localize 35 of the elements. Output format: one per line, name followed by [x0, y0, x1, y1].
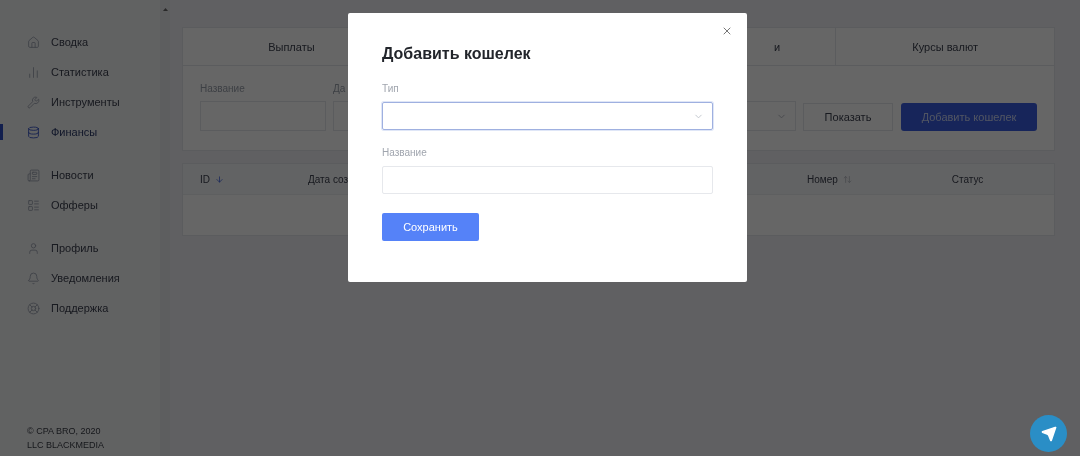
paper-plane-button[interactable] — [1030, 415, 1067, 452]
scroll-up-arrow-icon[interactable] — [162, 8, 168, 11]
sidebar-item[interactable]: Профиль — [0, 233, 160, 263]
select-field[interactable] — [382, 102, 713, 130]
sidebar-item[interactable]: Уведомления — [0, 263, 160, 293]
sidebar-item[interactable]: Финансы — [0, 117, 160, 147]
lifebuoy-icon — [27, 301, 40, 315]
footer-text: LLC BLACKMEDIA — [27, 440, 106, 450]
column-header[interactable]: Дата соз — [308, 173, 349, 185]
save-button[interactable]: Сохранить — [382, 213, 479, 241]
footer-text: © CPA BRO, 2020 — [27, 426, 102, 436]
paper-plane-icon — [1040, 425, 1057, 442]
show-button[interactable]: Показать — [803, 103, 893, 131]
bar-chart-icon — [27, 65, 40, 79]
column-header[interactable]: Статус — [951, 173, 984, 185]
user-icon — [27, 241, 40, 255]
close-button[interactable] — [721, 25, 733, 37]
field-label: Название — [382, 147, 428, 158]
sidebar-item[interactable]: Поддержка — [0, 293, 160, 323]
sort-arrow-icon — [215, 174, 224, 184]
database-icon — [27, 125, 40, 139]
list-icon — [27, 198, 40, 212]
sidebar-item[interactable]: Сводка — [0, 27, 160, 57]
input-field[interactable] — [382, 166, 713, 194]
sidebar-item[interactable]: Новости — [0, 160, 160, 190]
sidebar-item[interactable]: Инструменты — [0, 87, 160, 117]
bell-icon — [27, 271, 40, 285]
newspaper-icon — [27, 168, 40, 182]
column-header[interactable]: Номер — [807, 173, 852, 185]
wrench-icon — [27, 95, 40, 109]
column-header[interactable]: ID — [200, 173, 224, 185]
sidebar-item[interactable]: Офферы — [0, 190, 160, 220]
sidebar-item[interactable]: Статистика — [0, 57, 160, 87]
house-icon — [27, 35, 40, 49]
field-label: Тип — [382, 83, 400, 94]
